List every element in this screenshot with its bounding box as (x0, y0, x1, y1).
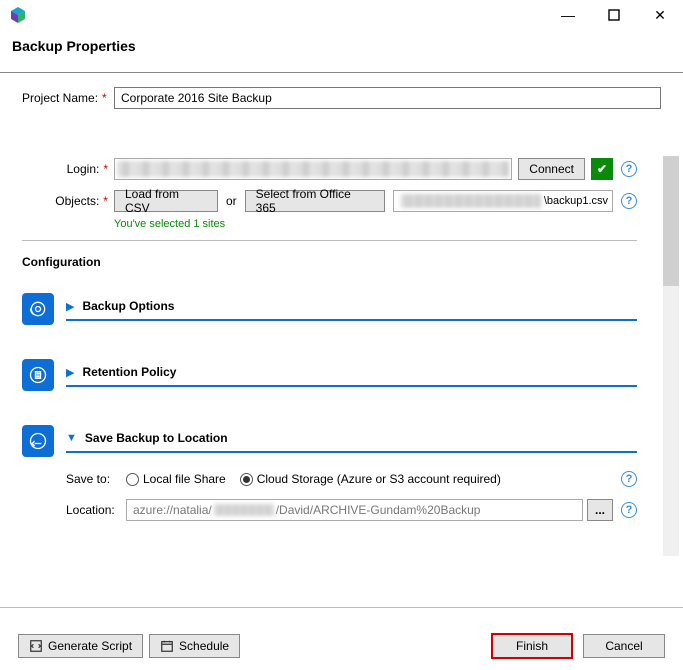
location-input[interactable]: azure://natalia//David/ARCHIVE-Gundam%20… (126, 499, 583, 521)
close-button[interactable]: ✕ (637, 0, 683, 30)
help-icon[interactable]: ? (621, 471, 637, 487)
finish-button[interactable]: Finish (491, 633, 573, 659)
objects-label: Objects:* (22, 194, 114, 208)
chevron-right-icon: ▶ (66, 300, 74, 313)
login-label: Login:* (22, 162, 114, 176)
backup-options-section[interactable]: ▶ Backup Options (22, 293, 637, 325)
scrollbar-thumb[interactable] (663, 156, 679, 286)
location-label: Location: (66, 503, 126, 517)
selected-sites-status: You've selected 1 sites (114, 218, 637, 230)
save-backup-label: Save Backup to Location (85, 431, 228, 445)
configuration-heading: Configuration (22, 255, 637, 269)
select-from-office-button[interactable]: Select from Office 365 (245, 190, 385, 212)
local-share-radio[interactable] (126, 473, 139, 486)
local-share-radio-label[interactable]: Local file Share (143, 472, 226, 486)
save-location-icon (22, 425, 54, 457)
gear-arrow-icon (22, 293, 54, 325)
divider (0, 607, 683, 608)
document-icon (22, 359, 54, 391)
cancel-button[interactable]: Cancel (583, 634, 665, 658)
project-name-input[interactable] (114, 87, 661, 109)
backup-options-label: Backup Options (82, 299, 174, 313)
page-title: Backup Properties (0, 30, 683, 72)
save-to-label: Save to: (66, 472, 126, 486)
help-icon[interactable]: ? (621, 502, 637, 518)
vertical-scrollbar[interactable] (663, 156, 679, 556)
schedule-button[interactable]: Schedule (149, 634, 240, 658)
maximize-button[interactable] (591, 0, 637, 30)
csv-path-display: \backup1.csv (393, 190, 613, 212)
divider (22, 240, 637, 241)
login-input[interactable] (114, 158, 512, 180)
minimize-button[interactable]: — (545, 0, 591, 30)
or-text: or (226, 194, 237, 208)
retention-policy-label: Retention Policy (82, 365, 176, 379)
cloud-storage-radio-label[interactable]: Cloud Storage (Azure or S3 account requi… (257, 472, 501, 486)
help-icon[interactable]: ? (621, 193, 637, 209)
retention-policy-section[interactable]: ▶ Retention Policy (22, 359, 637, 391)
save-backup-section[interactable]: ▼ Save Backup to Location (22, 425, 637, 457)
project-name-label: Project Name:* (22, 91, 114, 105)
app-logo-icon (8, 5, 28, 25)
cloud-storage-radio[interactable] (240, 473, 253, 486)
generate-script-button[interactable]: Generate Script (18, 634, 143, 658)
footer-bar: Generate Script Schedule Finish Cancel (0, 622, 683, 670)
browse-location-button[interactable]: ... (587, 499, 613, 521)
chevron-right-icon: ▶ (66, 366, 74, 379)
chevron-down-icon: ▼ (66, 432, 77, 444)
title-bar: — ✕ (0, 0, 683, 30)
connect-button[interactable]: Connect (518, 158, 585, 180)
load-from-csv-button[interactable]: Load from CSV (114, 190, 218, 212)
help-icon[interactable]: ? (621, 161, 637, 177)
connected-check-icon: ✔ (591, 158, 613, 180)
